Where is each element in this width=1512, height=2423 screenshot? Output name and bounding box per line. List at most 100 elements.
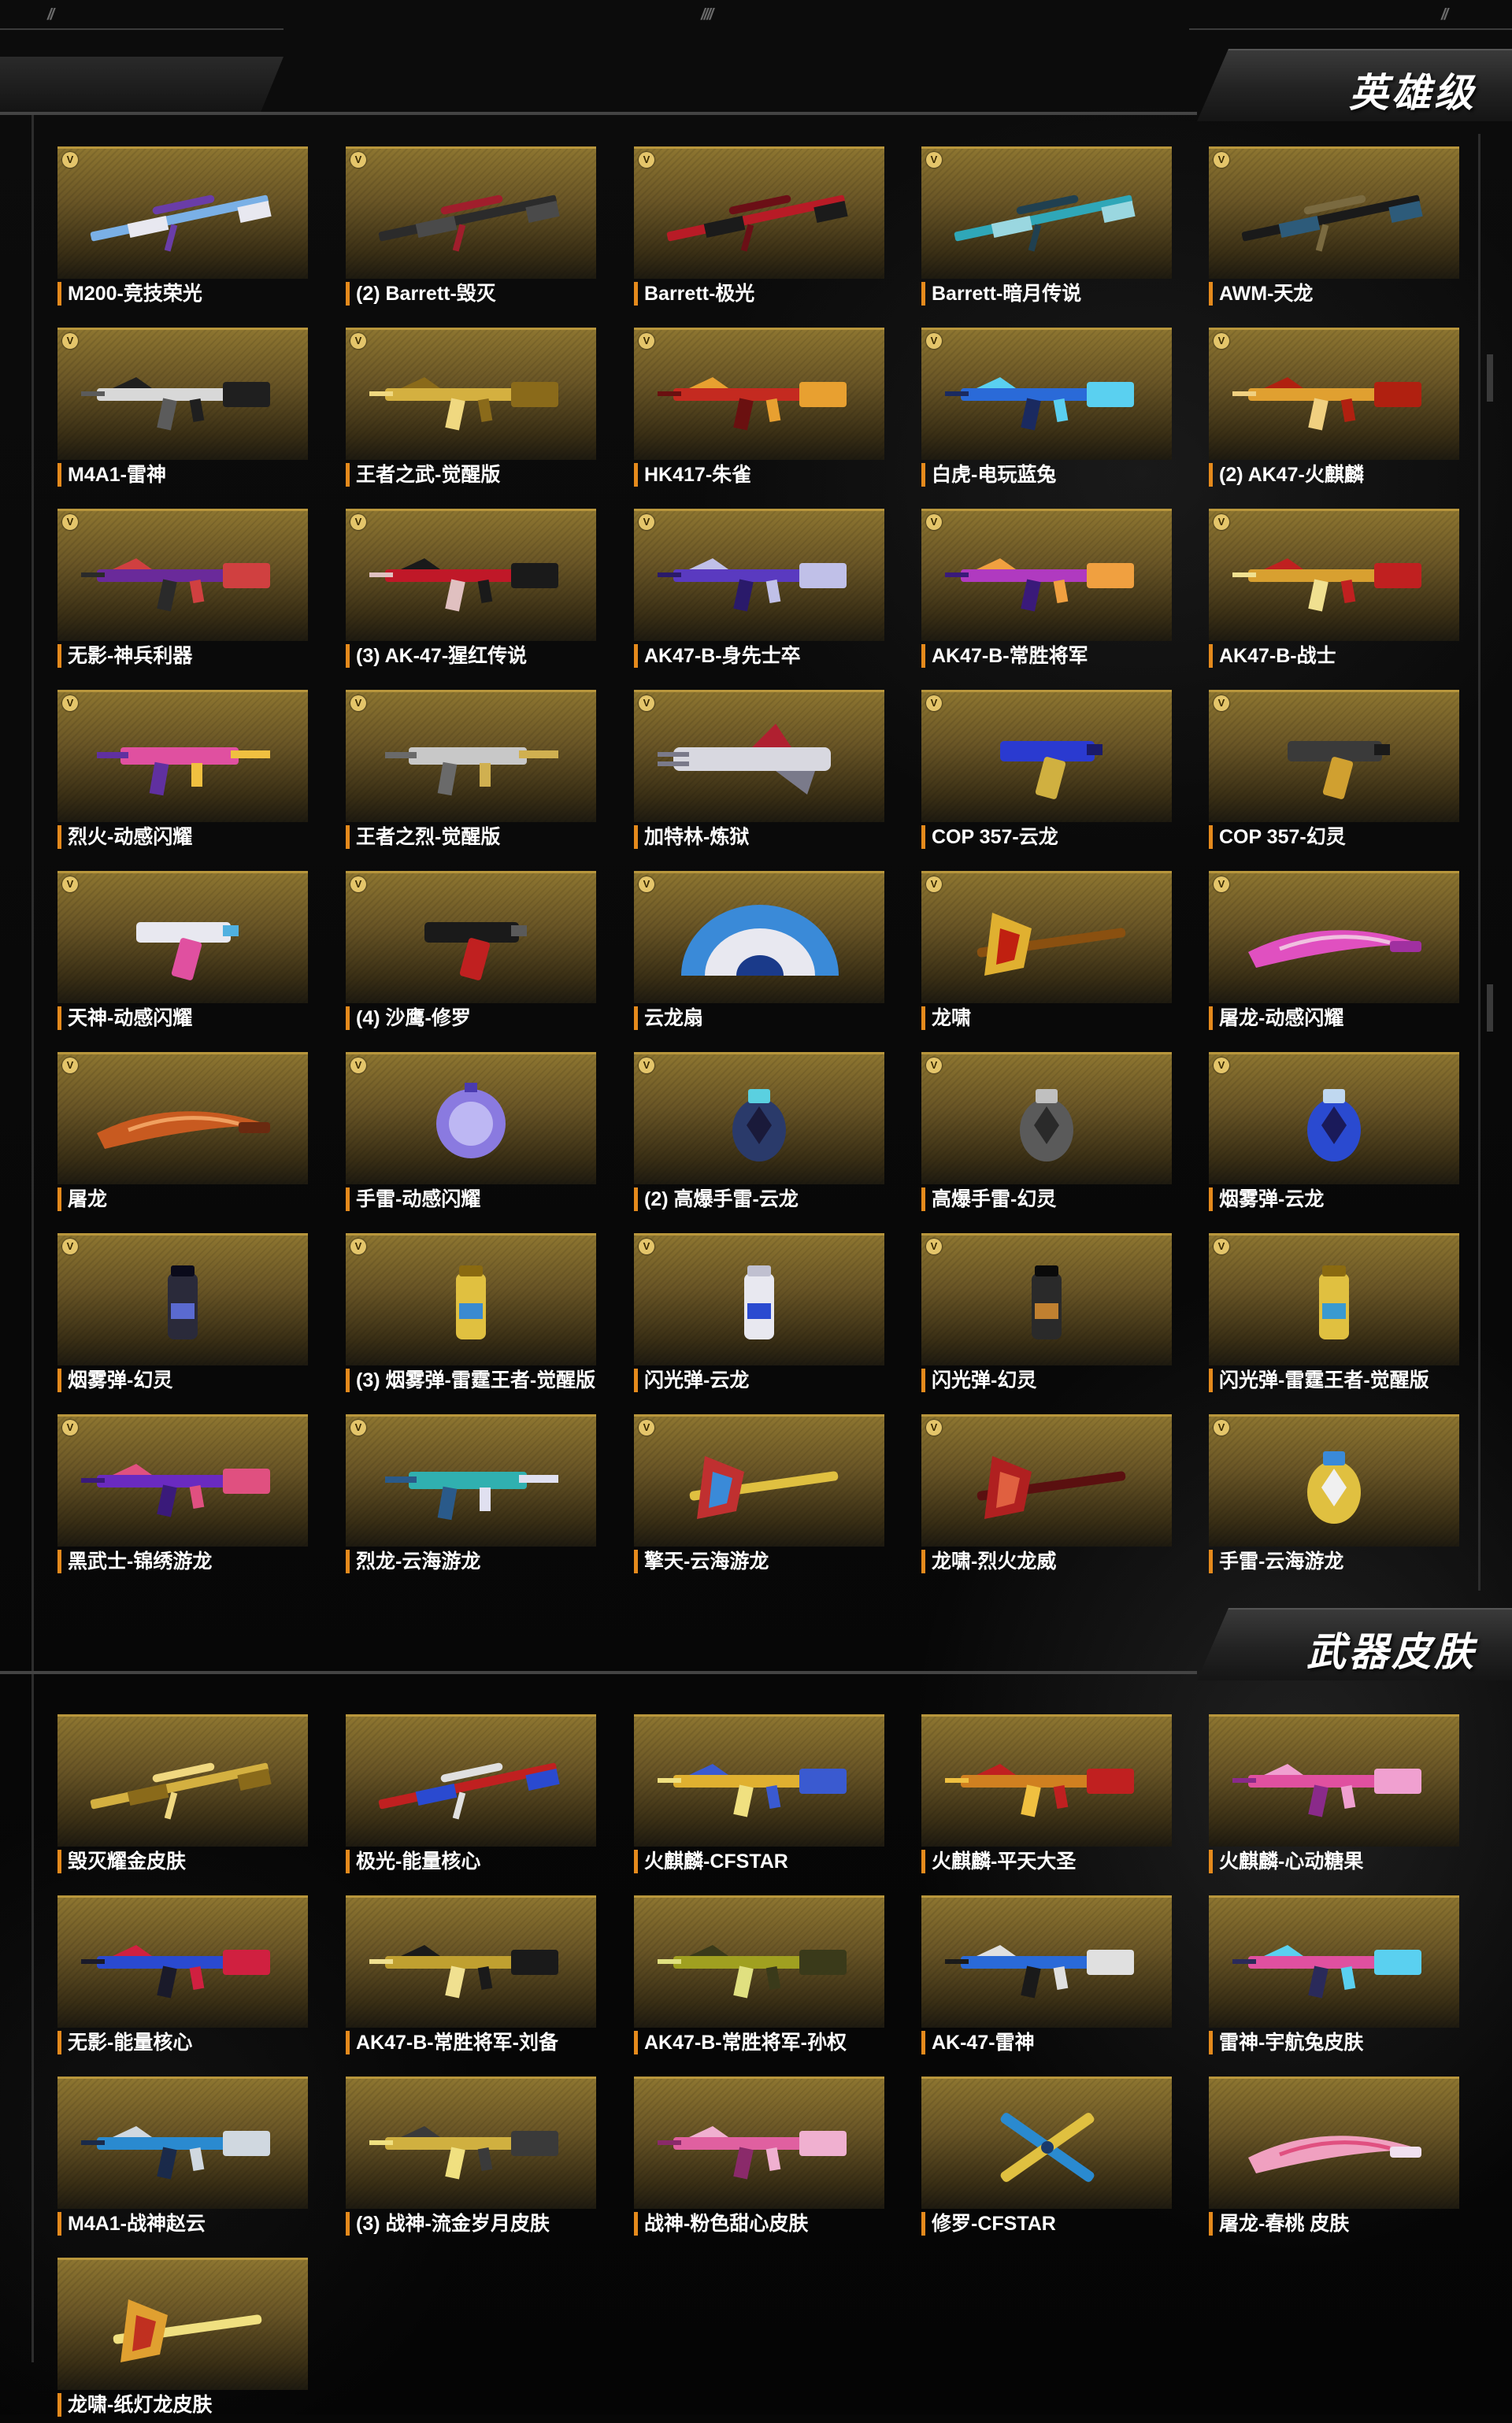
item-card[interactable]: AK47-B-常胜将军-刘备 — [346, 1895, 596, 2061]
item-label: (2) AK47-火麒麟 — [1209, 463, 1469, 487]
item-card[interactable]: V 闪光弹-幻灵 — [921, 1233, 1172, 1399]
pistol-icon — [136, 922, 239, 980]
header-line-right — [1189, 28, 1512, 30]
item-card[interactable]: V 手雷-云海游龙 — [1209, 1414, 1459, 1580]
item-card[interactable]: 屠龙-春桃 皮肤 — [1209, 2077, 1459, 2242]
item-card[interactable]: AK-47-雷神 — [921, 1895, 1172, 2061]
item-card[interactable]: V 无影-神兵利器 — [57, 509, 308, 674]
item-card[interactable]: V Barrett-暗月传说 — [921, 146, 1172, 312]
item-card[interactable]: V 王者之烈-觉醒版 — [346, 690, 596, 855]
item-card[interactable]: V 屠龙 — [57, 1052, 308, 1217]
item-image-frame: V — [634, 690, 884, 822]
item-image-frame — [1209, 2077, 1459, 2209]
item-card[interactable]: V 烈龙-云海游龙 — [346, 1414, 596, 1580]
item-label: 闪光弹-幻灵 — [921, 1369, 1181, 1392]
item-card[interactable]: V AK47-B-战士 — [1209, 509, 1459, 674]
item-label: COP 357-幻灵 — [1209, 825, 1469, 849]
item-image-frame: V — [346, 1233, 596, 1365]
item-card[interactable]: V 烈火-动感闪耀 — [57, 690, 308, 855]
item-card[interactable]: V 龙啸 — [921, 871, 1172, 1036]
item-card[interactable]: 无影-能量核心 — [57, 1895, 308, 2061]
item-card[interactable]: V 手雷-动感闪耀 — [346, 1052, 596, 1217]
item-card[interactable]: V HK417-朱雀 — [634, 328, 884, 493]
item-label: 云龙扇 — [634, 1006, 894, 1030]
item-card[interactable]: V (2) Barrett-毁灭 — [346, 146, 596, 312]
item-card[interactable]: 极光-能量核心 — [346, 1714, 596, 1880]
cross-icon — [1000, 2113, 1095, 2182]
item-card[interactable]: 雷神-宇航兔皮肤 — [1209, 1895, 1459, 2061]
rank-badge-icon: V — [639, 1420, 654, 1436]
rifle-icon — [81, 377, 270, 431]
item-card[interactable]: AK47-B-常胜将军-孙权 — [634, 1895, 884, 2061]
rank-badge-icon: V — [639, 514, 654, 530]
item-card[interactable]: V 擎天-云海游龙 — [634, 1414, 884, 1580]
item-card[interactable]: V 白虎-电玩蓝兔 — [921, 328, 1172, 493]
item-label: AK47-B-常胜将军-刘备 — [346, 2031, 606, 2054]
item-label: AK47-B-常胜将军-孙权 — [634, 2031, 894, 2054]
item-card[interactable]: V AWM-天龙 — [1209, 146, 1459, 312]
item-card[interactable]: V 天神-动感闪耀 — [57, 871, 308, 1036]
rifle-icon — [1232, 558, 1421, 612]
item-card[interactable]: 龙啸-纸灯龙皮肤 — [57, 2258, 308, 2423]
item-image-frame — [57, 1714, 308, 1847]
sniper-icon — [90, 195, 272, 252]
rank-badge-icon: V — [639, 876, 654, 892]
item-card[interactable]: V 加特林-炼狱 — [634, 690, 884, 855]
item-card[interactable]: 战神-粉色甜心皮肤 — [634, 2077, 884, 2242]
item-card[interactable]: V (3) AK-47-猩红传说 — [346, 509, 596, 674]
item-card[interactable]: 火麒麟-心动糖果 — [1209, 1714, 1459, 1880]
item-card[interactable]: V 闪光弹-云龙 — [634, 1233, 884, 1399]
item-image-frame: V — [57, 1414, 308, 1547]
item-card[interactable]: V 云龙扇 — [634, 871, 884, 1036]
rank-badge-icon: V — [1214, 152, 1229, 168]
item-label: Barrett-暗月传说 — [921, 282, 1181, 306]
item-card[interactable]: V 烟雾弹-云龙 — [1209, 1052, 1459, 1217]
item-image-frame: V — [1209, 690, 1459, 822]
item-card[interactable]: V Barrett-极光 — [634, 146, 884, 312]
item-label: (3) 战神-流金岁月皮肤 — [346, 2212, 606, 2236]
item-label: 手雷-动感闪耀 — [346, 1187, 606, 1211]
item-card[interactable]: V AK47-B-身先士卒 — [634, 509, 884, 674]
item-label: 王者之烈-觉醒版 — [346, 825, 606, 849]
item-label: 闪光弹-云龙 — [634, 1369, 894, 1392]
item-card[interactable]: M4A1-战神赵云 — [57, 2077, 308, 2242]
item-image-frame: V — [346, 871, 596, 1003]
item-card[interactable]: V 屠龙-动感闪耀 — [1209, 871, 1459, 1036]
item-card[interactable]: V (4) 沙鹰-修罗 — [346, 871, 596, 1036]
item-image-frame: V — [634, 1233, 884, 1365]
item-card[interactable]: V 烟雾弹-幻灵 — [57, 1233, 308, 1399]
rank-badge-icon: V — [926, 514, 942, 530]
rifle-icon — [658, 2126, 847, 2180]
item-card[interactable]: 火麒麟-平天大圣 — [921, 1714, 1172, 1880]
item-card[interactable]: (3) 战神-流金岁月皮肤 — [346, 2077, 596, 2242]
item-card[interactable]: V (2) AK47-火麒麟 — [1209, 328, 1459, 493]
sniper-icon — [1241, 195, 1423, 252]
item-image-frame: V — [634, 328, 884, 460]
item-card[interactable]: V M4A1-雷神 — [57, 328, 308, 493]
item-card[interactable]: V (2) 高爆手雷-云龙 — [634, 1052, 884, 1217]
axe-icon — [976, 1456, 1126, 1519]
item-card[interactable]: V 龙啸-烈火龙威 — [921, 1414, 1172, 1580]
item-card[interactable]: 火麒麟-CFSTAR — [634, 1714, 884, 1880]
item-card[interactable]: V 闪光弹-雷霆王者-觉醒版 — [1209, 1233, 1459, 1399]
item-card[interactable]: V 王者之武-觉醒版 — [346, 328, 596, 493]
item-card[interactable]: V 高爆手雷-幻灵 — [921, 1052, 1172, 1217]
sniper-icon — [378, 1762, 560, 1820]
section-title: 武器皮肤 — [1306, 1630, 1477, 1674]
item-label: 战神-粉色甜心皮肤 — [634, 2212, 894, 2236]
item-card[interactable]: 修罗-CFSTAR — [921, 2077, 1172, 2242]
item-card[interactable]: V M200-竞技荣光 — [57, 146, 308, 312]
item-card[interactable]: V AK47-B-常胜将军 — [921, 509, 1172, 674]
item-card[interactable]: V COP 357-幻灵 — [1209, 690, 1459, 855]
item-card[interactable]: V 黑武士-锦绣游龙 — [57, 1414, 308, 1580]
top-decoration: // //// // — [0, 0, 1512, 31]
rank-badge-icon: V — [350, 876, 366, 892]
item-card[interactable]: 毁灭耀金皮肤 — [57, 1714, 308, 1880]
item-card[interactable]: V COP 357-云龙 — [921, 690, 1172, 855]
rank-badge-icon: V — [1214, 514, 1229, 530]
item-card[interactable]: V (3) 烟雾弹-雷霆王者-觉醒版 — [346, 1233, 596, 1399]
item-image-frame — [634, 1714, 884, 1847]
item-image-frame — [634, 1895, 884, 2028]
rank-badge-icon: V — [926, 876, 942, 892]
right-border-tick — [1487, 984, 1493, 1032]
